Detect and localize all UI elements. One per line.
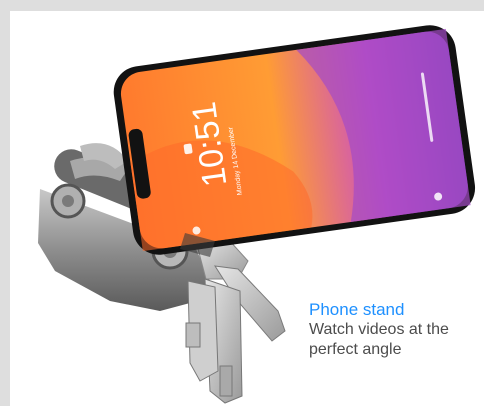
feature-caption: Phone stand Watch videos at the perfect … (309, 299, 484, 360)
caption-title: Phone stand (309, 300, 405, 319)
caption-line-1: Watch videos at the (309, 321, 449, 338)
smartphone: 10:51 Monday 14 December (113, 25, 476, 255)
product-card: 10:51 Monday 14 December Phone stand Wat… (10, 11, 484, 406)
caption-line-2: perfect angle (309, 341, 402, 358)
